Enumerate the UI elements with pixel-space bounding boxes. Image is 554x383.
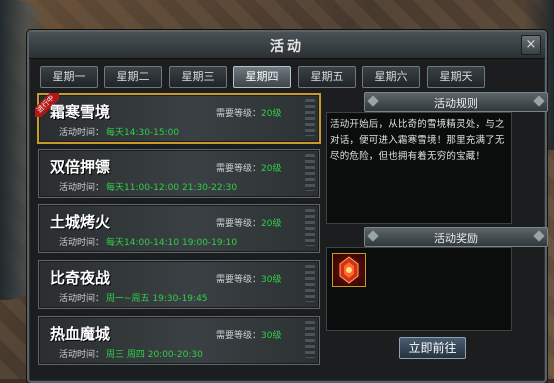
activity-card[interactable]: 土城烤火 需要等级： 20级 活动时间： 每天14:00-14:10 19:00… — [38, 204, 320, 253]
activity-card[interactable]: 比奇夜战 需要等级： 30级 活动时间： 周一~周五 19:30-19:45 — [38, 260, 320, 309]
time-label: 活动时间： — [59, 183, 105, 193]
rewards-title: 活动奖励 — [434, 232, 478, 245]
card-ornament — [305, 209, 315, 246]
activity-name: 双倍押镖 — [50, 158, 111, 176]
time-value: 每天11:00-12:00 21:30-22:30 — [106, 183, 238, 193]
tab-wednesday[interactable]: 星期三 — [169, 66, 227, 88]
rules-text: 活动开始后，从比奇的雪境精灵处，与之对话，便可进入霜寒雪境！那里充满了无尽的危险… — [330, 119, 505, 162]
activity-name: 热血魔城 — [50, 325, 111, 343]
tab-saturday[interactable]: 星期六 — [362, 66, 420, 88]
card-ornament — [305, 99, 315, 136]
level-value: 30级 — [261, 331, 282, 341]
time-value: 每天14:00-14:10 19:00-19:10 — [106, 238, 238, 248]
title-bar: 活动 × — [29, 32, 545, 59]
go-now-button[interactable]: 立即前往 — [399, 337, 466, 359]
level-label: 需要等级： — [216, 331, 262, 341]
rules-box: 活动开始后，从比奇的雪境精灵处，与之对话，便可进入霜寒雪境！那里充满了无尽的危险… — [326, 112, 512, 224]
tab-monday[interactable]: 星期一 — [40, 66, 98, 88]
level-label: 需要等级： — [216, 164, 262, 174]
tab-sunday[interactable]: 星期天 — [427, 66, 485, 88]
activity-card[interactable]: 双倍押镖 需要等级： 20级 活动时间： 每天11:00-12:00 21:30… — [38, 149, 320, 198]
activity-name: 霜寒雪境 — [50, 103, 111, 121]
tab-friday[interactable]: 星期五 — [298, 66, 356, 88]
time-value: 周一~周五 19:30-19:45 — [106, 294, 208, 304]
level-value: 20级 — [261, 109, 282, 119]
time-value: 每天14:30-15:00 — [106, 128, 180, 138]
level-label: 需要等级： — [216, 109, 262, 119]
rewards-header: 活动奖励 — [364, 227, 548, 247]
rewards-box — [326, 247, 512, 331]
window-title: 活动 — [270, 39, 304, 55]
close-button[interactable]: × — [521, 35, 541, 55]
activity-card[interactable]: 热血魔城 需要等级： 30级 活动时间： 周三 周四 20:00-20:30 — [38, 316, 320, 365]
card-ornament — [305, 321, 315, 358]
activity-window: 活动 × 星期一 星期二 星期三 星期四 星期五 星期六 星期天 进行中 霜寒雪… — [27, 30, 548, 383]
time-label: 活动时间： — [59, 128, 105, 138]
rules-header: 活动规则 — [364, 92, 548, 112]
card-ornament — [305, 154, 315, 191]
red-crystal-icon[interactable] — [332, 253, 366, 287]
rules-title: 活动规则 — [434, 97, 478, 110]
time-label: 活动时间： — [59, 350, 105, 360]
level-label: 需要等级： — [216, 275, 262, 285]
tab-tuesday[interactable]: 星期二 — [104, 66, 162, 88]
time-label: 活动时间： — [59, 294, 105, 304]
time-label: 活动时间： — [59, 238, 105, 248]
time-value: 周三 周四 20:00-20:30 — [106, 350, 203, 360]
activity-card[interactable]: 进行中 霜寒雪境 需要等级： 20级 活动时间： 每天14:30-15:00 — [35, 93, 321, 144]
activity-name: 土城烤火 — [50, 213, 111, 231]
level-value: 20级 — [261, 164, 282, 174]
level-value: 30级 — [261, 275, 282, 285]
activity-name: 比奇夜战 — [50, 269, 111, 287]
level-label: 需要等级： — [216, 219, 262, 229]
level-value: 20级 — [261, 219, 282, 229]
card-ornament — [305, 265, 315, 302]
tab-thursday[interactable]: 星期四 — [233, 66, 291, 88]
